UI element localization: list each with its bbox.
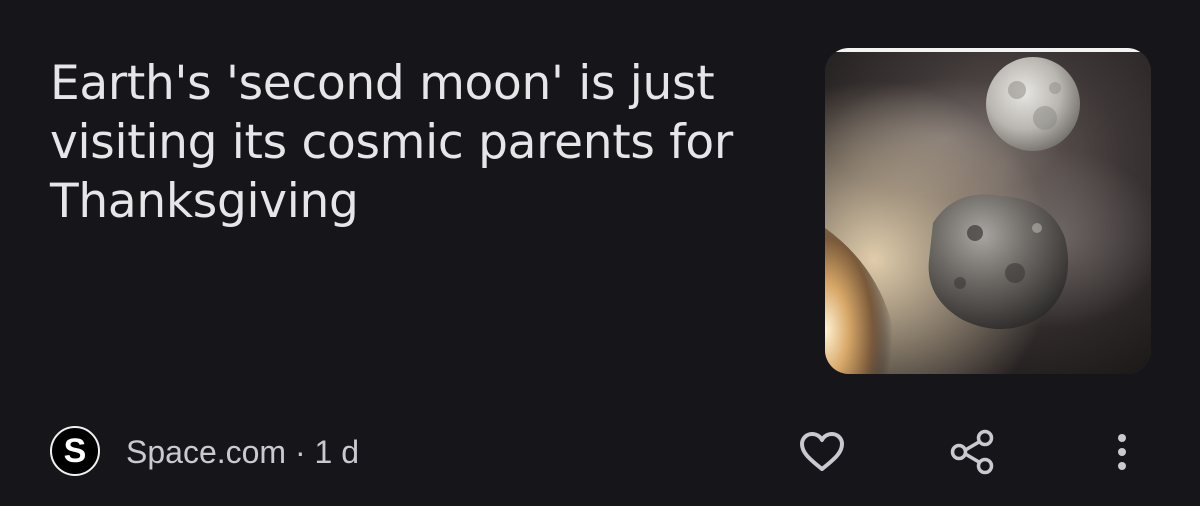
asteroid-moon-image [825,48,1151,374]
source-logo[interactable]: S [50,426,100,476]
more-options-button[interactable] [1096,426,1148,478]
news-card[interactable]: Earth's 'second moon' is just visiting i… [0,0,1200,506]
share-icon [950,429,994,475]
article-thumbnail[interactable] [825,48,1151,374]
heart-outline-icon [800,432,844,471]
source-and-time[interactable]: Space.com · 1 d [126,433,359,471]
share-button[interactable] [946,426,998,478]
article-footer: S Space.com · 1 d [50,426,1150,476]
more-vertical-icon [1118,434,1126,470]
like-button[interactable] [796,426,848,478]
article-headline[interactable]: Earth's 'second moon' is just visiting i… [50,54,790,231]
